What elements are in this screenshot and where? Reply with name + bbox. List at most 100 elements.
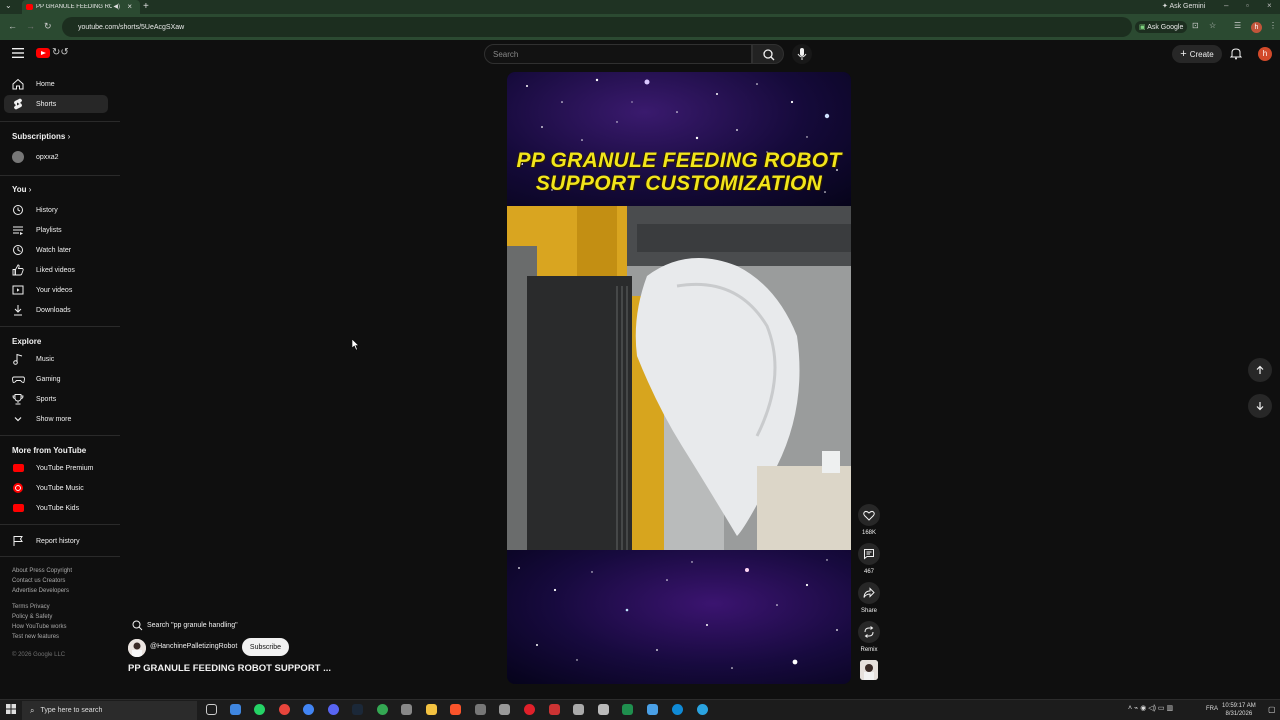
system-tray-icons[interactable]: ˄ ⌁ ◉ ◁) ▭ ▥ <box>1128 704 1173 712</box>
footer-links-4[interactable]: Terms Privacy <box>12 602 50 612</box>
notifications-bell-icon[interactable] <box>1230 47 1242 60</box>
tab-audio-icon[interactable]: ◀) <box>113 3 120 10</box>
voice-search-button[interactable] <box>792 44 812 64</box>
subscriptions-heading[interactable]: Subscriptions › <box>12 132 70 141</box>
channel-avatar[interactable] <box>128 639 146 657</box>
remix-button[interactable] <box>858 621 880 643</box>
search-icon <box>132 620 143 630</box>
like-button[interactable] <box>858 504 880 526</box>
settings-gear-icon[interactable] <box>401 704 412 715</box>
subscribe-button[interactable]: Subscribe <box>242 638 289 656</box>
sidebar-item-playlists[interactable]: Playlists <box>4 221 108 239</box>
share-button[interactable] <box>858 582 880 604</box>
comments-button[interactable] <box>858 543 880 565</box>
taskbar-app-icon[interactable] <box>647 704 658 715</box>
sidebar-item-downloads[interactable]: Downloads <box>4 301 108 319</box>
search-button[interactable] <box>752 44 784 64</box>
account-avatar[interactable]: h <box>1258 47 1272 61</box>
taskbar-app-icon[interactable] <box>475 704 486 715</box>
next-short-button[interactable] <box>1248 394 1272 418</box>
chrome-profile-icon[interactable] <box>303 704 314 715</box>
footer-links-2[interactable]: Contact us Creators <box>12 576 65 586</box>
taskbar-search-box[interactable]: ⌕ Type here to search <box>22 701 197 720</box>
ask-google-button[interactable]: ▣ Ask Google <box>1135 21 1188 33</box>
tab-close-icon[interactable]: × <box>127 2 132 11</box>
extensions-icon[interactable]: ☰ <box>1234 21 1241 30</box>
minimize-icon[interactable]: – <box>1224 1 1228 10</box>
you-heading[interactable]: You › <box>12 185 31 194</box>
footer-links-7[interactable]: Test new features <box>12 632 59 642</box>
ask-gemini-button[interactable]: ✦ Ask Gemini <box>1162 2 1205 10</box>
sidebar-item-watch-later[interactable]: Watch later <box>4 241 108 259</box>
footer-links-5[interactable]: Policy & Safety <box>12 612 52 622</box>
browser-profile-avatar[interactable]: h <box>1251 22 1262 33</box>
sidebar-item-subscription[interactable]: opxxa2 <box>4 148 108 166</box>
chrome-active-icon[interactable] <box>377 704 388 715</box>
task-view-icon[interactable] <box>206 704 217 715</box>
trophy-icon <box>11 392 25 406</box>
search-icon: ⌕ <box>30 705 35 715</box>
taskbar-app-icon[interactable] <box>230 704 241 715</box>
browser-tab[interactable]: PP GRANULE FEEDING RO ◀) × <box>22 0 140 14</box>
notifications-icon[interactable]: ▢ <box>1268 705 1276 714</box>
menu-icon[interactable] <box>12 48 24 58</box>
discord-icon[interactable] <box>328 704 339 715</box>
bookmark-star-icon[interactable]: ☆ <box>1209 21 1216 30</box>
sound-thumbnail[interactable] <box>860 660 878 680</box>
footer-links-6[interactable]: How YouTube works <box>12 622 66 632</box>
sidebar-item-youtube-music[interactable]: YouTube Music <box>4 479 108 497</box>
brave-icon[interactable] <box>450 704 461 715</box>
reload-icon[interactable]: ↻ <box>44 21 52 32</box>
install-app-icon[interactable]: ⊡ <box>1192 21 1199 30</box>
sidebar-item-your-videos[interactable]: Your videos <box>4 281 108 299</box>
new-tab-button[interactable]: + <box>143 1 149 12</box>
shorts-video-player[interactable]: PP GRANULE FEEDING ROBOT SUPPORT CUSTOMI… <box>507 72 851 684</box>
sidebar-item-music[interactable]: Music <box>4 350 108 368</box>
search-input[interactable]: Search <box>484 44 752 64</box>
taskbar-clock[interactable]: 10:59:17 AM 8/31/2026 <box>1222 702 1256 718</box>
maximize-icon[interactable]: ▫ <box>1246 1 1249 10</box>
chrome-icon[interactable] <box>279 704 290 715</box>
sidebar-item-sports[interactable]: Sports <box>4 390 108 408</box>
footer-links-1[interactable]: About Press Copyright <box>12 566 72 576</box>
edge-icon[interactable] <box>672 704 683 715</box>
short-title[interactable]: PP GRANULE FEEDING ROBOT SUPPORT ... <box>128 663 331 674</box>
playlists-icon <box>11 223 25 237</box>
create-button[interactable]: + Create <box>1172 45 1222 63</box>
opera-icon[interactable] <box>524 704 535 715</box>
microphone-icon <box>797 48 807 60</box>
file-explorer-icon[interactable] <box>426 704 437 715</box>
sidebar-item-report-history[interactable]: Report history <box>4 532 108 550</box>
channel-name[interactable]: @HanchinePalletizingRobot <box>150 643 237 650</box>
sidebar-item-shorts[interactable]: Shorts <box>4 95 108 113</box>
sidebar-item-home[interactable]: Home <box>4 75 108 93</box>
sidebar-item-label: Music <box>36 355 55 363</box>
sidebar-item-liked-videos[interactable]: Liked videos <box>4 261 108 279</box>
sidebar-item-youtube-kids[interactable]: YouTube Kids <box>4 499 108 517</box>
window-close-icon[interactable]: × <box>1267 1 1272 10</box>
back-icon[interactable]: ← <box>8 21 17 31</box>
taskbar-app-icon[interactable] <box>549 704 560 715</box>
url-field[interactable]: youtube.com/shorts/5UeAcgSXaw <box>62 17 1132 37</box>
sidebar-item-youtube-premium[interactable]: YouTube Premium <box>4 459 108 477</box>
telegram-icon[interactable] <box>697 704 708 715</box>
whatsapp-icon[interactable] <box>254 704 265 715</box>
tab-search-chevron-icon[interactable]: ⌄ <box>5 1 12 10</box>
sidebar-item-history[interactable]: History <box>4 201 108 219</box>
sidebar-item-show-more[interactable]: Show more <box>4 410 108 428</box>
forward-icon[interactable]: → <box>26 21 35 31</box>
sidebar-item-gaming[interactable]: Gaming <box>4 370 108 388</box>
taskbar-app-icon[interactable] <box>622 704 633 715</box>
youtube-premium-icon <box>11 461 25 475</box>
related-search-chip[interactable]: Search "pp granule handling" <box>128 617 242 633</box>
keyboard-language[interactable]: FRA <box>1206 706 1218 712</box>
taskbar-app-icon[interactable] <box>573 704 584 715</box>
taskbar-app-icon[interactable] <box>598 704 609 715</box>
windows-start-icon[interactable] <box>6 704 16 714</box>
steam-icon[interactable] <box>352 704 363 715</box>
footer-links-3[interactable]: Advertise Developers <box>12 586 69 596</box>
browser-menu-icon[interactable]: ⋮ <box>1269 21 1277 30</box>
youtube-logo[interactable] <box>36 48 50 58</box>
taskbar-app-icon[interactable] <box>499 704 510 715</box>
previous-short-button[interactable] <box>1248 358 1272 382</box>
